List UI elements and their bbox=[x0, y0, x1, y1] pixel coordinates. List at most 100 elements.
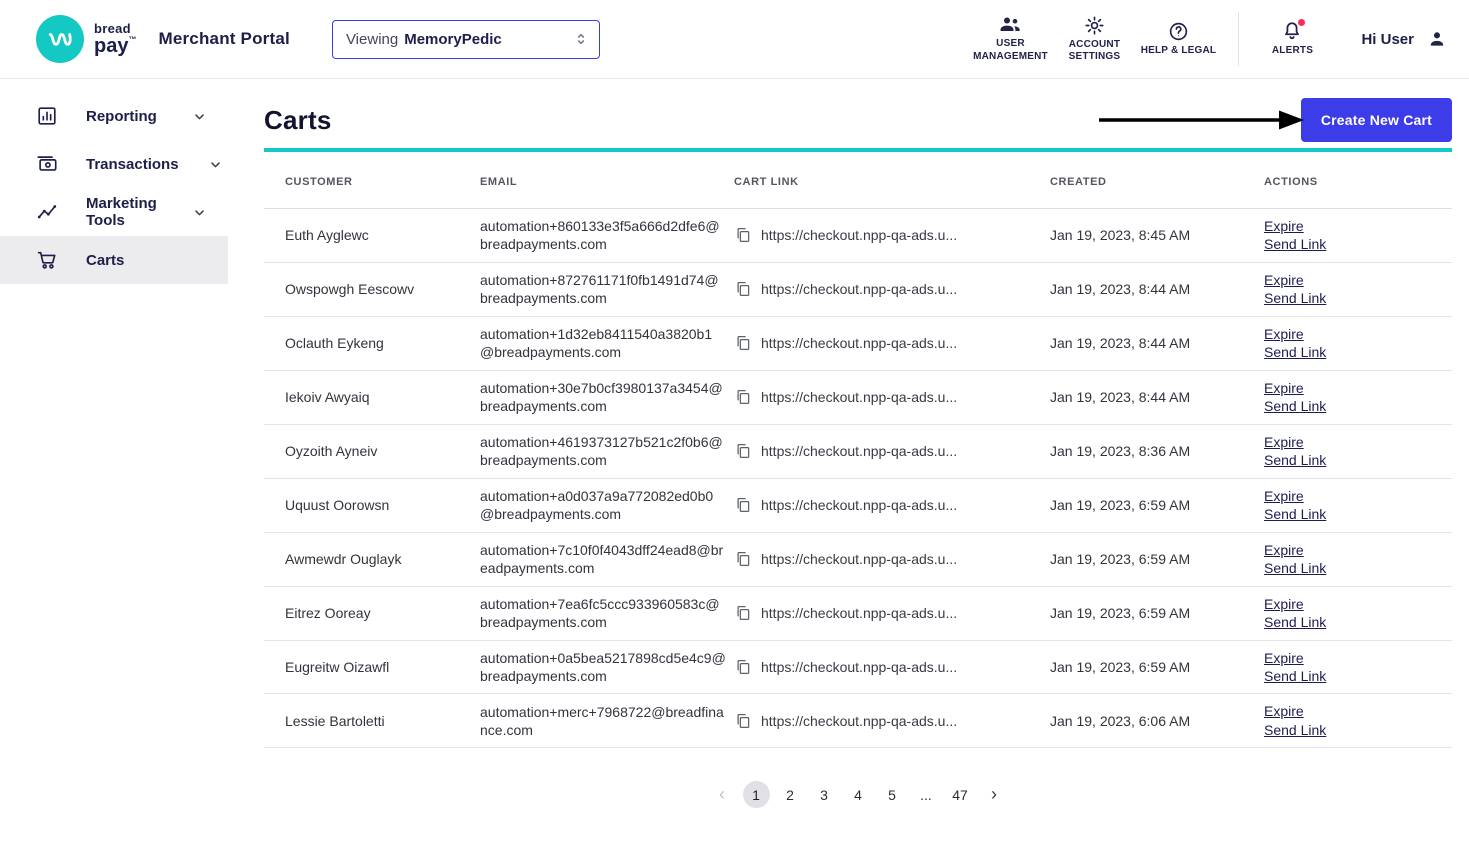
bell-icon bbox=[1281, 19, 1306, 42]
cart-link-cell: https://checkout.npp-qa-ads.u... bbox=[734, 640, 1050, 695]
copy-icon[interactable] bbox=[734, 388, 752, 406]
brand-logo: bread pay™ Merchant Portal bbox=[36, 15, 290, 63]
user-menu[interactable]: Hi User bbox=[1361, 28, 1448, 50]
bread-pay-logo-icon bbox=[36, 15, 84, 63]
email-cell: automation+7c10f0f4043dff24ead8@breadpay… bbox=[480, 532, 734, 587]
copy-icon[interactable] bbox=[734, 712, 752, 730]
expire-link[interactable]: Expire bbox=[1264, 433, 1304, 451]
actions-cell: Expire Send Link bbox=[1264, 640, 1452, 695]
copy-icon[interactable] bbox=[734, 334, 752, 352]
created-cell: Jan 19, 2023, 8:44 AM bbox=[1050, 316, 1264, 371]
alerts-nav[interactable]: ALERTS bbox=[1257, 19, 1327, 58]
cart-link-cell: https://checkout.npp-qa-ads.u... bbox=[734, 532, 1050, 587]
send-link[interactable]: Send Link bbox=[1264, 451, 1326, 469]
sidebar-item-reporting[interactable]: Reporting bbox=[0, 92, 228, 140]
copy-icon[interactable] bbox=[734, 658, 752, 676]
sidebar-nav: Reporting Transactions Marketing Tools C… bbox=[0, 79, 228, 848]
expire-link[interactable]: Expire bbox=[1264, 649, 1304, 667]
cart-link-cell: https://checkout.npp-qa-ads.u... bbox=[734, 478, 1050, 533]
table-header-row: CUSTOMER EMAIL CART LINK CREATED ACTIONS bbox=[264, 150, 1452, 209]
copy-icon[interactable] bbox=[734, 280, 752, 298]
cart-link-text: https://checkout.npp-qa-ads.u... bbox=[761, 443, 958, 460]
account-settings-label: ACCOUNT SETTINGS bbox=[1068, 38, 1121, 63]
created-cell: Jan 19, 2023, 8:44 AM bbox=[1050, 262, 1264, 317]
account-settings-nav[interactable]: ACCOUNT SETTINGS bbox=[1052, 15, 1136, 64]
pagination-page-2[interactable]: 2 bbox=[777, 781, 804, 808]
send-link[interactable]: Send Link bbox=[1264, 613, 1326, 631]
sidebar-item-carts[interactable]: Carts bbox=[0, 236, 228, 284]
send-link[interactable]: Send Link bbox=[1264, 667, 1326, 685]
cart-link-cell: https://checkout.npp-qa-ads.u... bbox=[734, 693, 1050, 749]
pagination-page-3[interactable]: 3 bbox=[811, 781, 838, 808]
payments-icon bbox=[36, 153, 58, 175]
pagination-page-5[interactable]: 5 bbox=[879, 781, 906, 808]
table-row: Euth Ayglewc automation+860133e3f5a666d2… bbox=[264, 208, 1452, 263]
table-row: Lessie Bartoletti automation+merc+796872… bbox=[264, 693, 1452, 749]
email-cell: automation+872761171f0fb1491d74@breadpay… bbox=[480, 262, 734, 317]
sidebar-item-marketing-tools[interactable]: Marketing Tools bbox=[0, 188, 228, 236]
table-row: Oclauth Eykeng automation+1d32eb8411540a… bbox=[264, 316, 1452, 371]
pagination-page-47[interactable]: 47 bbox=[947, 781, 974, 808]
email-cell: automation+860133e3f5a666d2dfe6@breadpay… bbox=[480, 208, 734, 263]
copy-icon[interactable] bbox=[734, 550, 752, 568]
created-cell: Jan 19, 2023, 8:44 AM bbox=[1050, 370, 1264, 425]
expire-link[interactable]: Expire bbox=[1264, 541, 1304, 559]
send-link[interactable]: Send Link bbox=[1264, 289, 1326, 307]
expire-link[interactable]: Expire bbox=[1264, 325, 1304, 343]
send-link[interactable]: Send Link bbox=[1264, 235, 1326, 253]
expire-link[interactable]: Expire bbox=[1264, 487, 1304, 505]
customer-cell: Owspowgh Eescowv bbox=[264, 262, 480, 317]
copy-icon[interactable] bbox=[734, 226, 752, 244]
sidebar-item-transactions[interactable]: Transactions bbox=[0, 140, 228, 188]
chevron-down-icon bbox=[191, 204, 208, 221]
table-row: Owspowgh Eescowv automation+872761171f0f… bbox=[264, 262, 1452, 317]
person-icon bbox=[1426, 28, 1448, 50]
email-cell: automation+0a5bea5217898cd5e4c9@breadpay… bbox=[480, 640, 734, 695]
send-link[interactable]: Send Link bbox=[1264, 505, 1326, 523]
customer-cell: Uquust Oorowsn bbox=[264, 478, 480, 533]
cart-link-text: https://checkout.npp-qa-ads.u... bbox=[761, 605, 958, 622]
cart-link-cell: https://checkout.npp-qa-ads.u... bbox=[734, 424, 1050, 479]
email-cell: automation+a0d037a9a772082ed0b0@breadpay… bbox=[480, 478, 734, 533]
pagination-next[interactable]: › bbox=[981, 781, 1008, 808]
cart-link-text: https://checkout.npp-qa-ads.u... bbox=[761, 658, 958, 675]
pagination-prev[interactable]: ‹ bbox=[709, 781, 736, 808]
customer-cell: Awmewdr Ouglayk bbox=[264, 532, 480, 587]
gear-icon bbox=[1084, 15, 1105, 36]
created-cell: Jan 19, 2023, 6:59 AM bbox=[1050, 586, 1264, 641]
table-row: Eitrez Ooreay automation+7ea6fc5ccc93396… bbox=[264, 586, 1452, 641]
merchant-viewing-select[interactable]: Viewing MemoryPedic bbox=[331, 19, 600, 59]
help-icon bbox=[1168, 21, 1189, 42]
chevron-down-icon bbox=[191, 108, 208, 125]
copy-icon[interactable] bbox=[734, 604, 752, 622]
expire-link[interactable]: Expire bbox=[1264, 217, 1304, 235]
email-cell: automation+7ea6fc5ccc933960583c@breadpay… bbox=[480, 586, 734, 641]
people-icon bbox=[998, 15, 1022, 35]
expire-link[interactable]: Expire bbox=[1264, 702, 1304, 720]
send-link[interactable]: Send Link bbox=[1264, 343, 1326, 361]
user-management-nav[interactable]: USER MANAGEMENT bbox=[968, 15, 1052, 63]
actions-cell: Expire Send Link bbox=[1264, 370, 1452, 425]
trademark: ™ bbox=[128, 35, 137, 44]
wordmark-bottom: pay bbox=[94, 35, 129, 57]
send-link[interactable]: Send Link bbox=[1264, 721, 1326, 739]
send-link[interactable]: Send Link bbox=[1264, 397, 1326, 415]
send-link[interactable]: Send Link bbox=[1264, 559, 1326, 577]
copy-icon[interactable] bbox=[734, 496, 752, 514]
sidebar-label-carts: Carts bbox=[86, 251, 125, 269]
help-legal-nav[interactable]: HELP & LEGAL bbox=[1136, 21, 1220, 58]
header-actions: USER MANAGEMENT ACCOUNT SETTINGS HELP & … bbox=[968, 12, 1448, 66]
page-title: Carts bbox=[264, 104, 332, 135]
actions-cell: Expire Send Link bbox=[1264, 693, 1452, 749]
copy-icon[interactable] bbox=[734, 442, 752, 460]
sidebar-label-reporting: Reporting bbox=[86, 107, 157, 125]
pagination-page-4[interactable]: 4 bbox=[845, 781, 872, 808]
expire-link[interactable]: Expire bbox=[1264, 271, 1304, 289]
expire-link[interactable]: Expire bbox=[1264, 379, 1304, 397]
create-new-cart-button[interactable]: Create New Cart bbox=[1300, 98, 1452, 142]
pagination-page-1[interactable]: 1 bbox=[742, 781, 770, 809]
actions-cell: Expire Send Link bbox=[1264, 424, 1452, 479]
expire-link[interactable]: Expire bbox=[1264, 595, 1304, 613]
viewing-prefix-label: Viewing bbox=[345, 30, 399, 48]
wordmark-top: bread bbox=[94, 21, 131, 36]
